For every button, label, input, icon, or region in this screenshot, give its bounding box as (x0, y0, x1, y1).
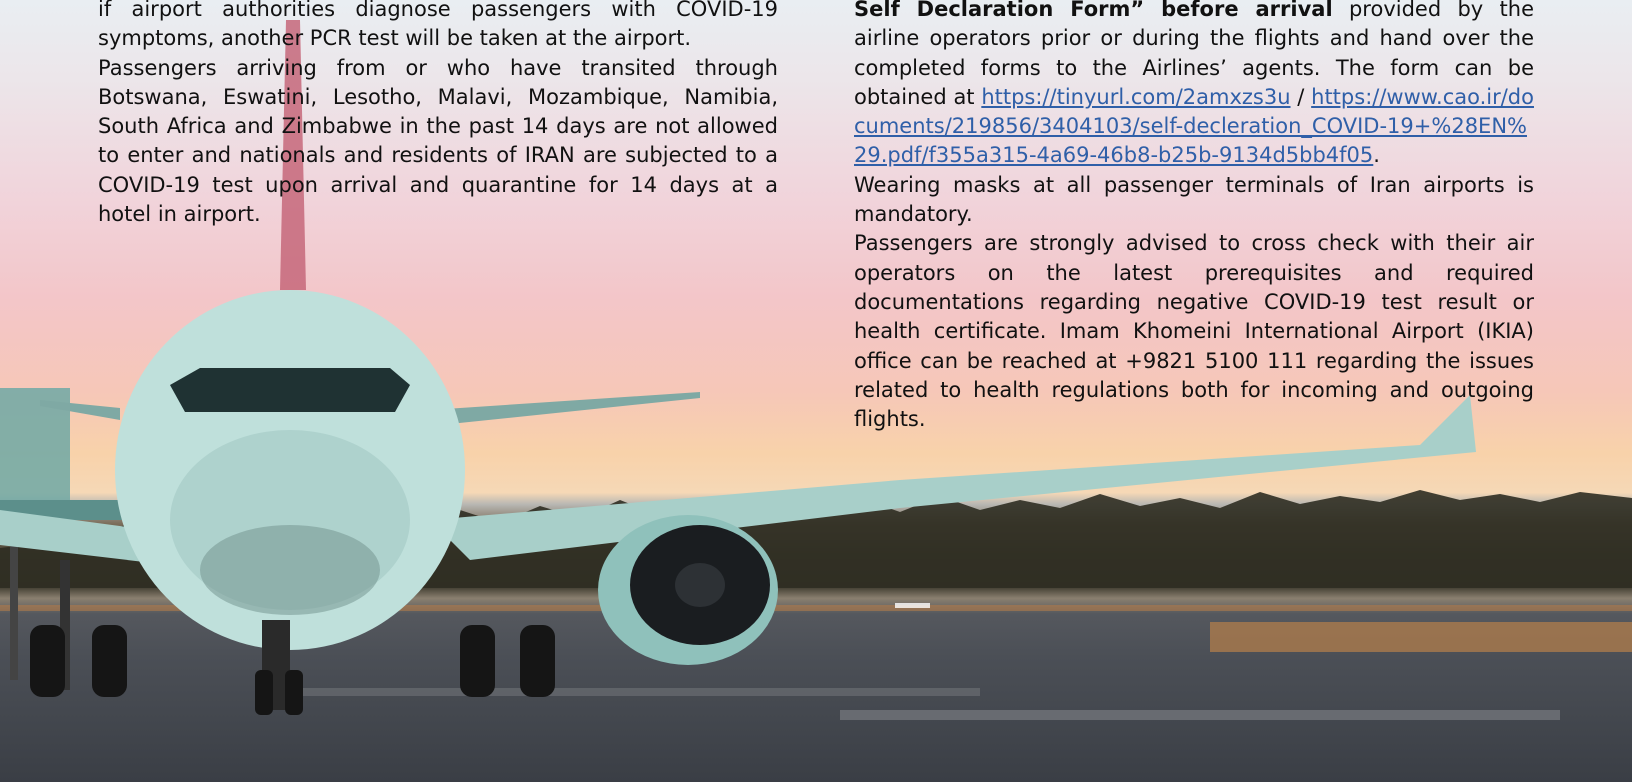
form-name-bold: Self Declaration Form” before arrival (854, 0, 1333, 21)
link-separator: / (1290, 84, 1312, 109)
right-column-text: Self Declaration Form” before arrival pr… (854, 0, 1534, 434)
right-paragraph-1: Self Declaration Form” before arrival pr… (854, 0, 1534, 171)
masks-paragraph: Wearing masks at all passenger terminals… (854, 172, 1534, 227)
engine (598, 515, 778, 665)
stabilizer (430, 392, 700, 425)
left-paragraph-1: if airport authorities diagnose passenge… (98, 0, 778, 51)
left-column-text: if airport authorities diagnose passenge… (98, 0, 778, 229)
cockpit-windows (170, 368, 410, 412)
left-paragraph-2: Passengers arriving from or who have tra… (98, 55, 778, 227)
sentence-end: . (1373, 143, 1380, 168)
advisory-paragraph: Passengers are strongly advised to cross… (854, 231, 1534, 432)
tinyurl-link[interactable]: https://tinyurl.com/2amxzs3u (981, 85, 1290, 109)
